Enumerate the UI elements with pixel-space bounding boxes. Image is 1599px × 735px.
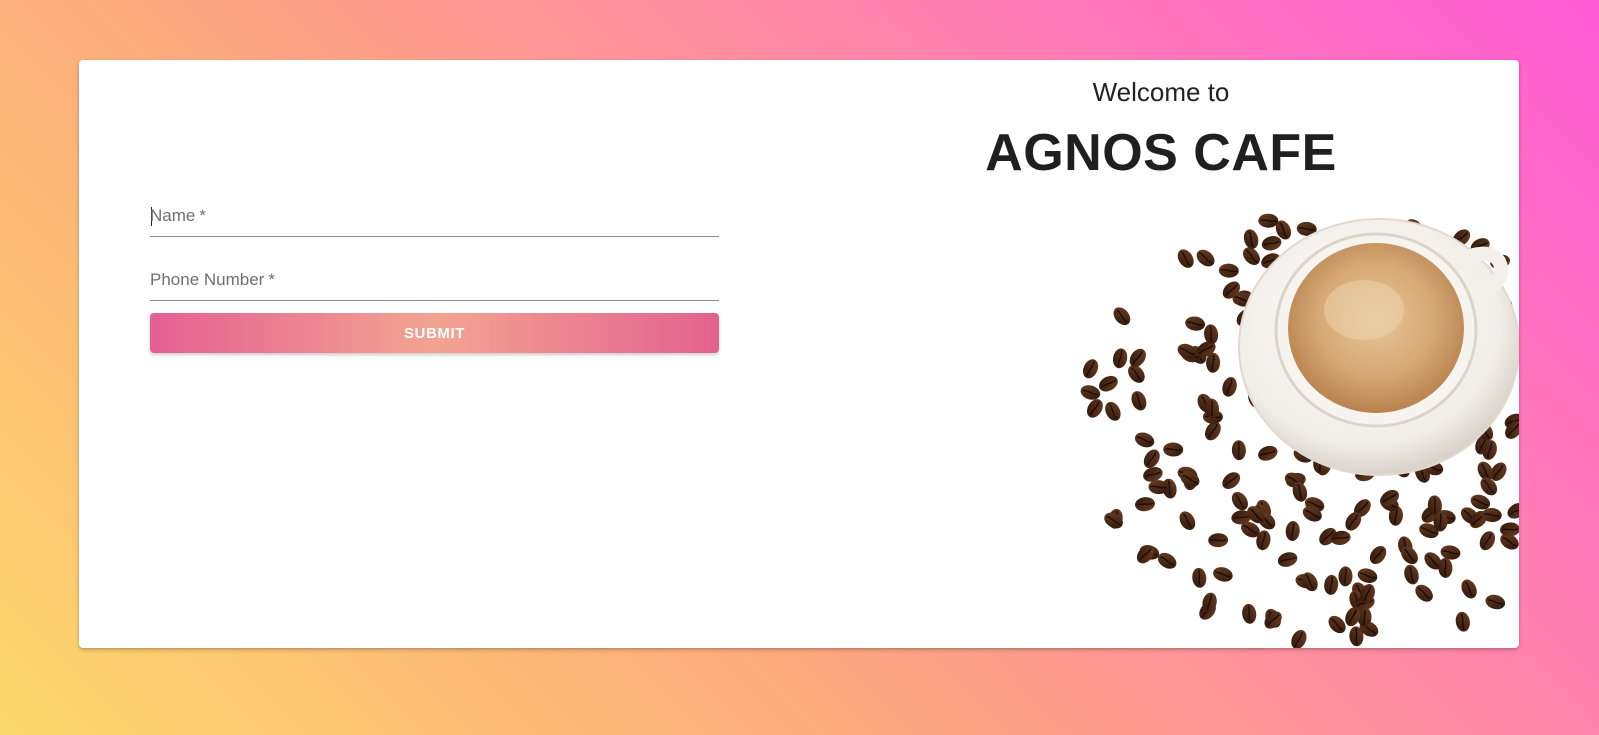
name-input[interactable] <box>150 200 719 234</box>
text-caret <box>151 207 152 226</box>
phone-field[interactable]: Phone Number * <box>150 264 719 301</box>
welcome-text: Welcome to <box>1092 77 1230 107</box>
brand-title: AGNOS CAFE <box>985 124 1337 182</box>
customer-form: Name * Phone Number * SUBMIT <box>150 200 719 353</box>
phone-input[interactable] <box>150 264 719 298</box>
login-card: Name * Phone Number * SUBMIT Welcome to AG… <box>79 60 1519 648</box>
coffee-cup-image <box>1080 213 1519 648</box>
submit-button[interactable]: SUBMIT <box>150 313 719 353</box>
name-field[interactable]: Name * <box>150 200 719 237</box>
